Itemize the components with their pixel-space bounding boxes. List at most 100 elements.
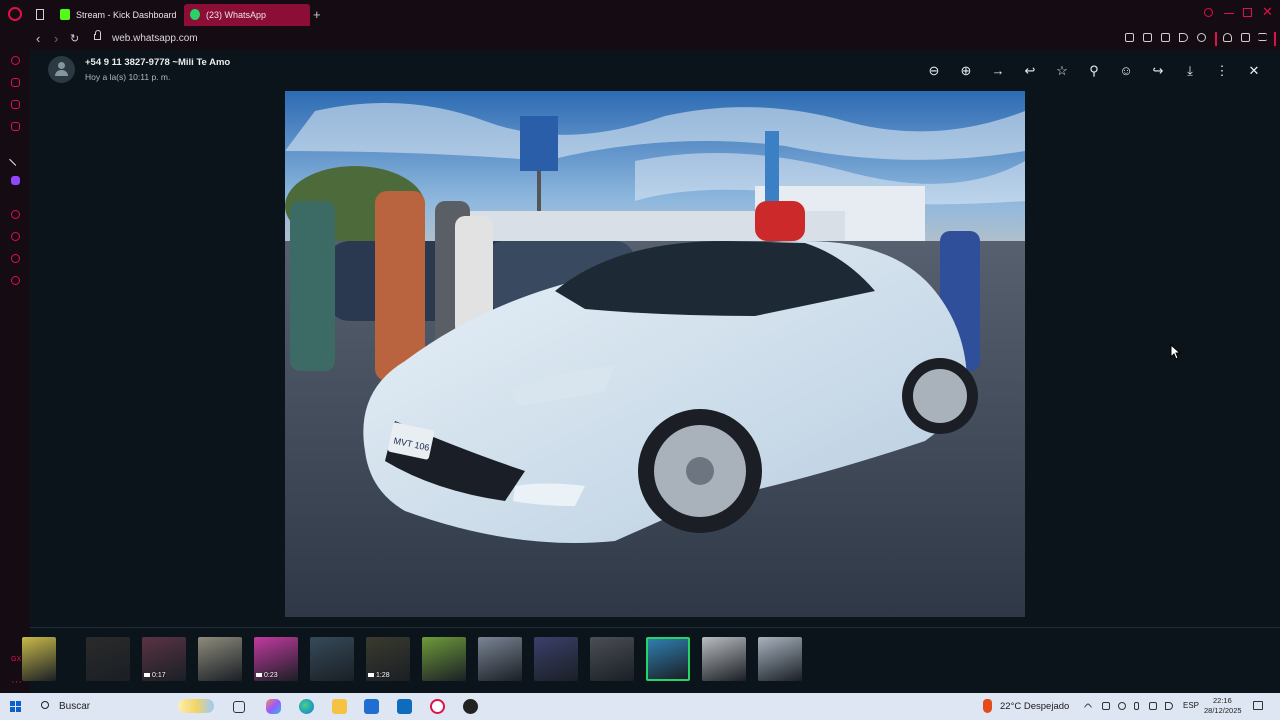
copilot-icon[interactable] (266, 699, 281, 714)
clock-date[interactable]: 28/12/2025 (1204, 706, 1242, 716)
address-bar: ‹ › ↻ web.whatsapp.com (0, 30, 1280, 50)
weather-icon[interactable] (983, 699, 992, 713)
forward-icon[interactable]: › (54, 31, 58, 47)
clock-time[interactable]: 22:16 (1213, 696, 1232, 706)
microphone-icon[interactable] (1134, 702, 1139, 710)
app-taskbar-icon[interactable] (463, 699, 478, 714)
more-icon[interactable]: ··· (11, 676, 22, 688)
player-sidebar-icon[interactable] (11, 210, 20, 219)
star-icon[interactable]: ☆ (1053, 62, 1071, 80)
video-duration-label: 0:23 (264, 672, 278, 679)
video-duration: 0:23 (256, 672, 278, 680)
language-indicator[interactable]: ESP (1183, 701, 1199, 710)
react-icon[interactable]: ☺ (1117, 62, 1135, 80)
back-icon[interactable]: ‹ (36, 31, 40, 47)
toolbar-divider (1274, 32, 1276, 46)
new-tab-button[interactable]: + (313, 8, 321, 21)
outlook-icon[interactable] (397, 699, 412, 714)
taskbar-search-input[interactable]: Buscar (59, 700, 90, 713)
gx-control-icon[interactable]: GX (11, 656, 21, 663)
go-to-message-icon[interactable]: → (989, 62, 1007, 80)
message-timestamp: Hoy a la(s) 10:11 p. m. (85, 72, 171, 82)
volume-icon[interactable] (1165, 702, 1173, 710)
close-icon[interactable]: ✕ (1245, 62, 1263, 80)
twitch-icon[interactable] (11, 176, 20, 185)
avatar[interactable] (48, 56, 75, 83)
url-field[interactable]: web.whatsapp.com (112, 32, 198, 46)
tab-label: (23) WhatsApp (206, 10, 267, 20)
reload-icon[interactable]: ↻ (70, 31, 79, 47)
tab-search-icon[interactable] (1204, 8, 1213, 17)
whatsapp-favicon-icon (190, 9, 200, 20)
easy-setup-icon[interactable] (1258, 33, 1267, 41)
task-view-icon[interactable] (233, 701, 245, 713)
opera-logo-icon[interactable] (8, 7, 22, 21)
media-thumbnail[interactable] (702, 637, 746, 681)
notifications-icon[interactable] (1253, 701, 1263, 710)
weather-text[interactable]: 22°C Despejado (1000, 700, 1069, 713)
snapshot-icon[interactable] (1143, 33, 1152, 42)
search-highlight-icon[interactable] (178, 699, 214, 713)
media-thumbnail[interactable] (534, 637, 578, 681)
zoom-in-icon[interactable]: ⊕ (957, 62, 975, 80)
media-thumbnail[interactable] (590, 637, 634, 681)
mouse-cursor-icon (1170, 344, 1182, 360)
tray-network-app-icon[interactable] (1118, 702, 1126, 710)
extensions-icon[interactable] (11, 254, 20, 263)
gx-corner-icon[interactable] (11, 78, 20, 87)
tab-kick-dashboard[interactable]: Stream - Kick Dashboard (54, 4, 182, 26)
opera-gx-taskbar-icon[interactable] (430, 699, 445, 714)
settings-icon[interactable] (11, 276, 20, 285)
video-duration: 0:17 (144, 672, 166, 680)
minimize-button[interactable] (1224, 13, 1234, 14)
media-thumbnail[interactable] (86, 637, 130, 681)
avatar-head-icon (58, 62, 65, 69)
search-icon[interactable] (41, 701, 49, 709)
file-explorer-icon[interactable] (332, 699, 347, 714)
vpn-shield-icon[interactable] (1161, 33, 1170, 42)
zoom-out-icon[interactable]: ⊖ (925, 62, 943, 80)
downloads-icon[interactable] (1241, 33, 1250, 42)
tray-app-icon[interactable] (1102, 702, 1110, 710)
windows-start-icon[interactable] (10, 701, 21, 712)
maximize-button[interactable] (1243, 8, 1252, 17)
twitch-news-icon[interactable] (11, 122, 20, 131)
media-thumbnail[interactable] (646, 637, 690, 681)
menu-icon[interactable]: ⋮ (1213, 62, 1231, 80)
store-icon[interactable] (364, 699, 379, 714)
video-camera-icon (144, 673, 150, 678)
close-window-button[interactable]: ✕ (1262, 5, 1273, 18)
player-icon[interactable] (1179, 33, 1188, 42)
media-thumbnail[interactable] (422, 637, 466, 681)
aria-icon[interactable] (11, 56, 20, 65)
media-thumbnail[interactable] (758, 637, 802, 681)
media-thumbnail[interactable] (310, 637, 354, 681)
media-thumbnail[interactable] (22, 637, 56, 681)
edge-icon[interactable] (299, 699, 314, 714)
media-thumbnail[interactable] (198, 637, 242, 681)
messenger-icon[interactable] (11, 100, 20, 109)
media-thumbnail[interactable]: 0:17 (142, 637, 186, 681)
windows-taskbar: Buscar 22°C Despejado ESP 22:16 28/12/20… (0, 693, 1280, 720)
heart-icon[interactable] (1197, 33, 1206, 42)
car-photo-illustration: MVT 106 (285, 91, 1025, 617)
tab-whatsapp[interactable]: (23) WhatsApp (184, 4, 310, 26)
forward-icon[interactable]: ↪ (1149, 62, 1167, 80)
media-thumbnail[interactable]: 1:28 (366, 637, 410, 681)
lock-icon[interactable] (94, 30, 101, 40)
main-photo[interactable]: MVT 106 (285, 91, 1025, 617)
kick-app-icon[interactable] (9, 153, 22, 166)
toolbar-divider (1215, 32, 1217, 46)
contact-name[interactable]: +54 9 11 3827-9778 ~Mili Te Amo (85, 57, 230, 69)
reply-icon[interactable]: ↩ (1021, 62, 1039, 80)
history-icon[interactable] (11, 232, 20, 241)
media-thumbnail[interactable] (478, 637, 522, 681)
media-thumbnail[interactable]: 0:23 (254, 637, 298, 681)
profile-icon[interactable] (1223, 33, 1232, 42)
tray-chevron-icon[interactable] (1083, 702, 1093, 712)
pin-icon[interactable]: ⚲ (1085, 62, 1103, 80)
tab-menu-icon[interactable] (36, 9, 44, 20)
bookmark-icon[interactable] (1125, 33, 1134, 42)
download-icon[interactable]: ⤓ (1181, 62, 1199, 80)
network-icon[interactable] (1149, 702, 1157, 710)
